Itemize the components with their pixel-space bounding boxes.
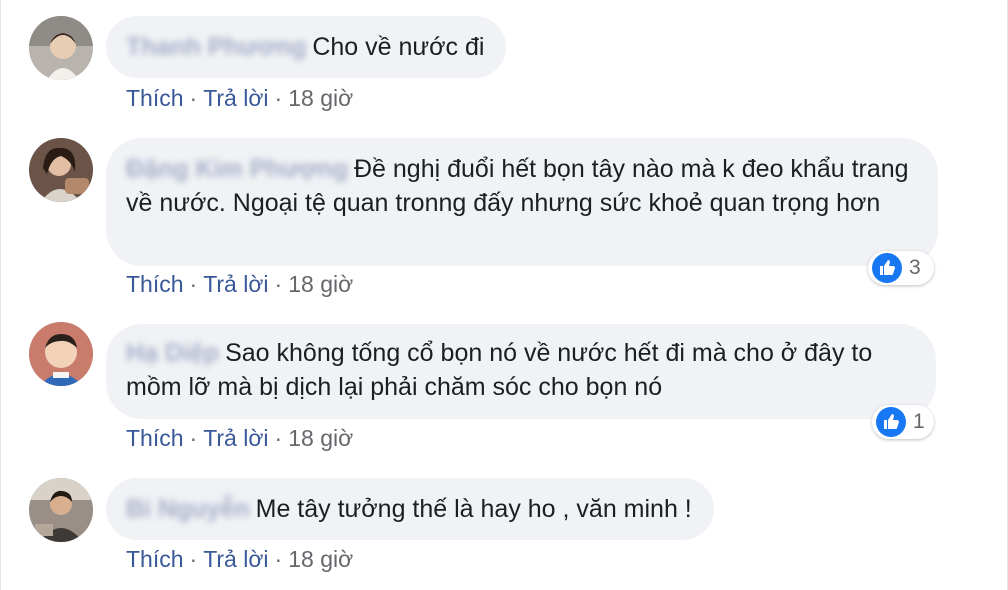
comment-actions: Thích · Trả lời · 18 giờ: [126, 546, 353, 573]
reply-link[interactable]: Trả lời: [203, 425, 268, 451]
reaction-summary[interactable]: 3: [868, 251, 934, 285]
comment-text: Sao không tống cổ bọn nó về nước hết đi …: [126, 339, 873, 401]
avatar[interactable]: [29, 478, 93, 542]
comment-time[interactable]: 18 giờ: [288, 85, 353, 111]
separator: ·: [274, 425, 283, 451]
comment-bubble: Thanh Phương Cho về nước đi: [106, 16, 507, 78]
comment-actions: Thích · Trả lời · 18 giờ: [126, 271, 353, 298]
thumbs-up-icon: [872, 253, 902, 283]
separator: ·: [189, 425, 198, 451]
comment-text: Cho về nước đi: [312, 33, 485, 61]
avatar[interactable]: [29, 16, 93, 80]
like-link[interactable]: Thích: [126, 271, 184, 297]
comment-author[interactable]: Hạ Diệp: [126, 336, 219, 370]
reply-link[interactable]: Trả lời: [203, 546, 268, 572]
thumbs-up-icon: [876, 407, 906, 437]
reaction-summary[interactable]: 1: [872, 405, 934, 439]
comment-text: Me tây tưởng thế là hay ho , văn minh !: [255, 495, 692, 523]
like-link[interactable]: Thích: [126, 546, 184, 572]
separator: ·: [189, 85, 198, 111]
avatar[interactable]: [29, 138, 93, 202]
like-link[interactable]: Thích: [126, 425, 184, 451]
like-count: 1: [913, 410, 925, 433]
comment-time[interactable]: 18 giờ: [288, 546, 353, 572]
avatar[interactable]: [29, 322, 93, 386]
like-count: 3: [909, 256, 921, 279]
comment-actions: Thích · Trả lời · 18 giờ: [126, 425, 353, 452]
comment-actions: Thích · Trả lời · 18 giờ: [126, 85, 353, 112]
separator: ·: [274, 271, 283, 297]
separator: ·: [274, 546, 283, 572]
comment-bubble: Hạ Diệp Sao không tống cổ bọn nó về nước …: [106, 324, 936, 419]
like-link[interactable]: Thích: [126, 85, 184, 111]
reply-link[interactable]: Trả lời: [203, 85, 268, 111]
comment-author[interactable]: Bi Nguyễn: [126, 492, 250, 526]
comment-bubble: Bi Nguyễn Me tây tưởng thế là hay ho , vă…: [106, 478, 714, 540]
comment-time[interactable]: 18 giờ: [288, 425, 353, 451]
separator: ·: [274, 85, 283, 111]
separator: ·: [189, 546, 198, 572]
comment-bubble: Đặng Kim Phượng Đề nghị đuổi hết bọn tây …: [106, 138, 938, 266]
comment-author[interactable]: Đặng Kim Phượng: [126, 152, 348, 186]
comment-time[interactable]: 18 giờ: [288, 271, 353, 297]
comment-author[interactable]: Thanh Phương: [126, 30, 306, 64]
separator: ·: [189, 271, 198, 297]
comments-panel: Thanh Phương Cho về nước đi Thích · Trả lời…: [0, 0, 1008, 590]
reply-link[interactable]: Trả lời: [203, 271, 268, 297]
